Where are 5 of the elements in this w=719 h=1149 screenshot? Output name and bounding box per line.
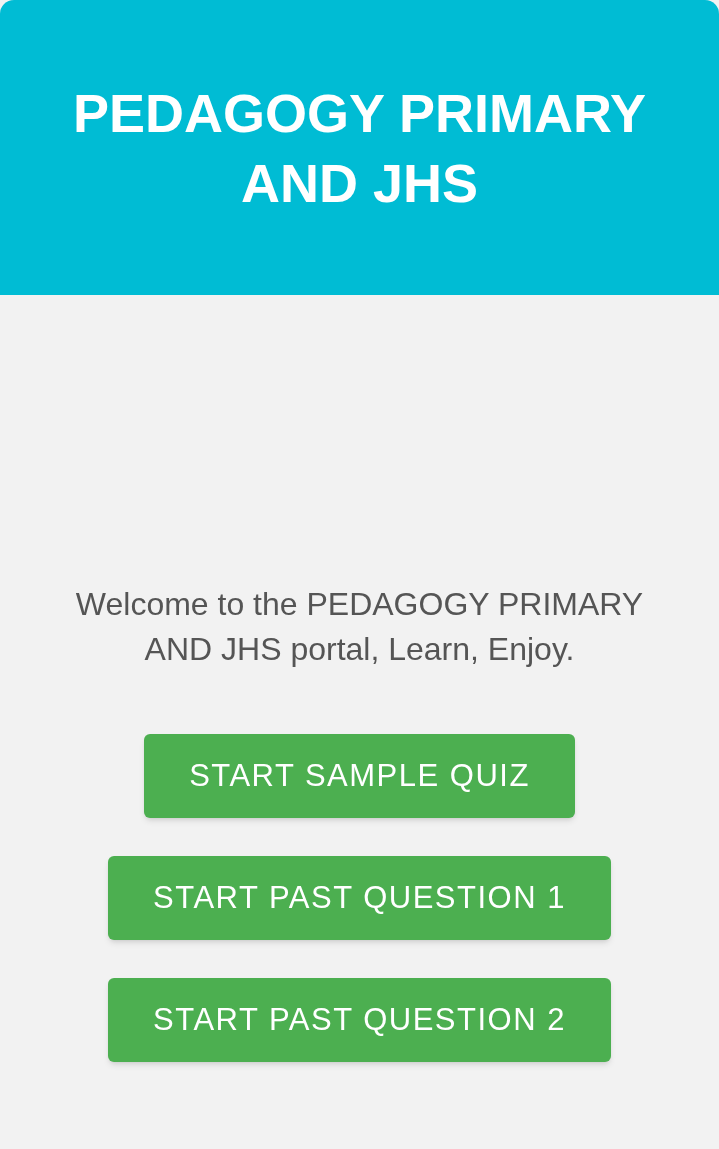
start-button[interactable]: START PAST QUESTION 1 [108, 856, 611, 940]
start-button[interactable]: START PAST QUESTION 2 [108, 978, 611, 1062]
welcome-message: Welcome to the PEDAGOGY PRIMARY AND JHS portal, Learn, Enjoy. [74, 585, 645, 669]
start-button[interactable]: START SAMPLE QUIZ [144, 734, 575, 818]
app-title: PEDAGOGY PRIMARY AND JHS [71, 81, 648, 215]
